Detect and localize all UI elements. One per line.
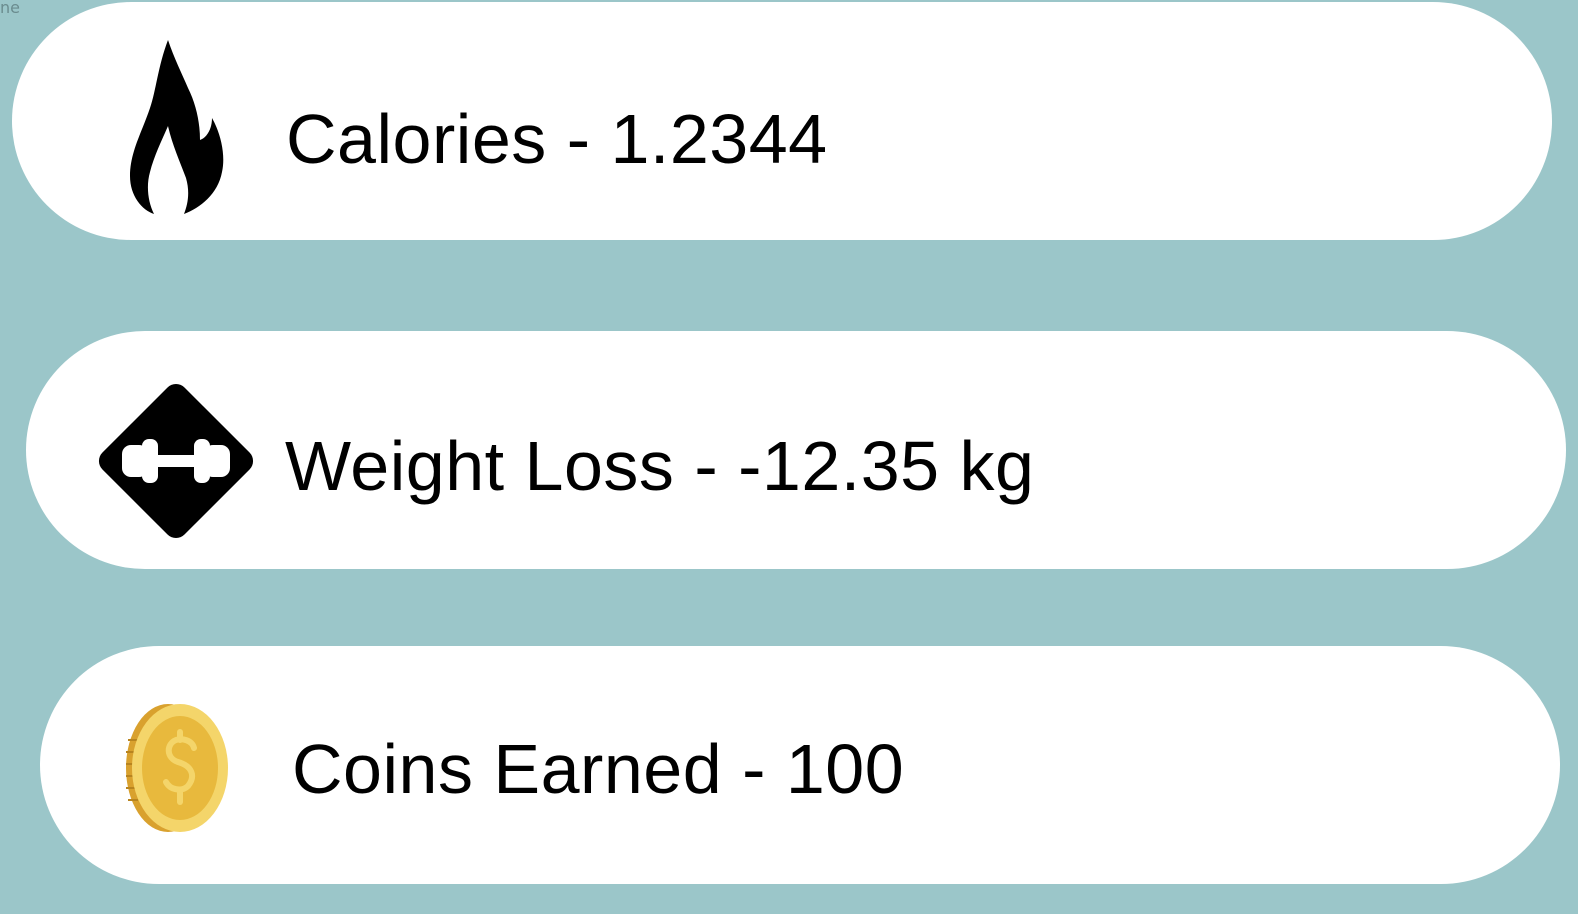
coin-icon <box>126 704 228 832</box>
flame-icon <box>130 40 224 214</box>
weight-loss-label: Weight Loss - -12.35 kg <box>285 427 1035 505</box>
coins-label: Coins Earned - 100 <box>292 730 905 808</box>
coins-card: Coins Earned - 100 <box>40 646 1560 884</box>
calories-label: Calories - 1.2344 <box>286 100 828 178</box>
calories-card: Calories - 1.2344 <box>12 2 1552 240</box>
corner-label: ne <box>0 0 20 17</box>
weight-loss-card: Weight Loss - -12.35 kg <box>26 331 1566 569</box>
dumbbell-icon <box>98 383 254 539</box>
